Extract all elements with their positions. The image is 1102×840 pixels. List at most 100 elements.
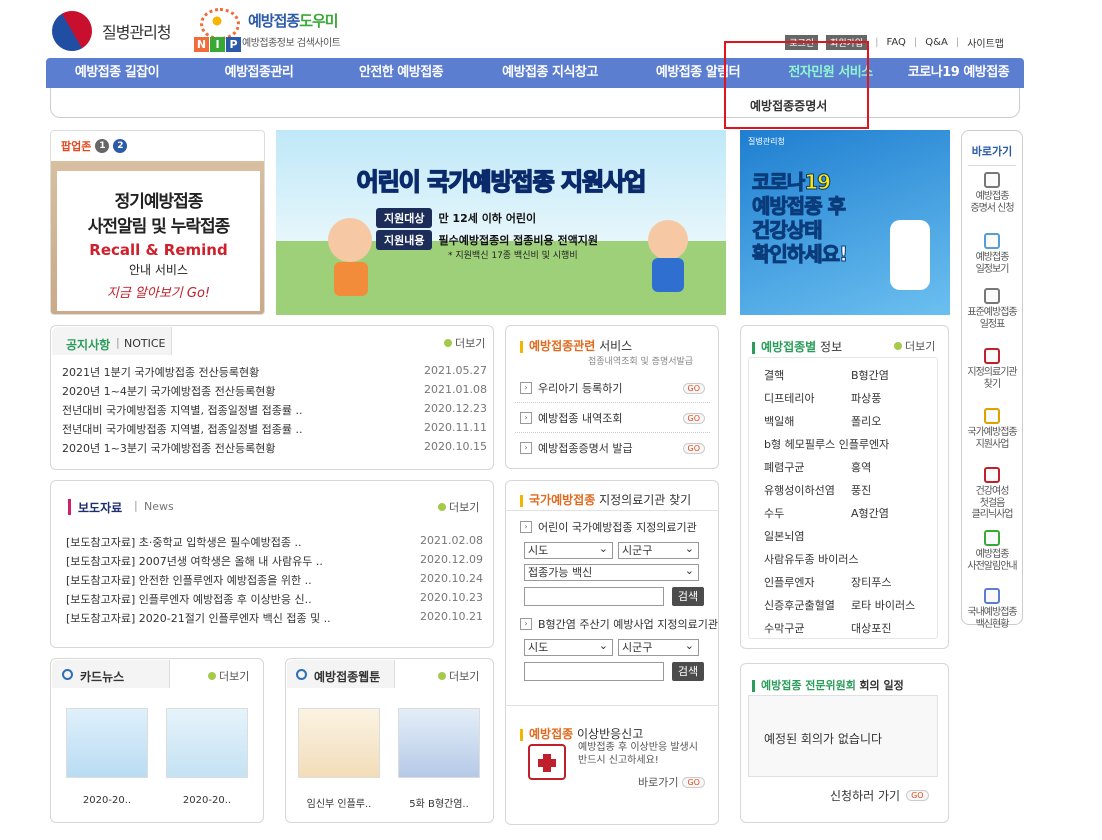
quick-link-item[interactable]: 국가예방접종 지원사업 — [961, 408, 1023, 450]
highlight-box — [724, 41, 869, 129]
service-row[interactable]: › 예방접종 내역조회 GO — [520, 410, 705, 426]
calendar-icon — [984, 233, 1000, 249]
vaccine-item[interactable]: 사람유두종 바이러스 — [758, 551, 859, 567]
quick-link-label: 예방접종 일정보기 — [975, 252, 1010, 275]
notice-tab-label[interactable]: 공지사항 — [66, 336, 110, 353]
vaccine-item[interactable]: 결핵 — [758, 367, 784, 383]
recall-remind-banner[interactable]: 정기예방접종 사전알림 및 누락접종 Recall & Remind 안내 서비… — [51, 161, 264, 314]
child-vaccination-banner[interactable]: 어린이 국가예방접종 지원사업 지원대상 만 12세 이하 어린이 지원내용 필수예… — [276, 130, 726, 315]
popup-page-2[interactable]: 2 — [113, 139, 128, 153]
committee-apply-link[interactable]: 신청하러 가기 GO — [830, 787, 929, 804]
quick-link-label: 건강여성 첫걸음 클리닉사업 — [971, 486, 1014, 520]
webtoon-thumb-2[interactable] — [398, 708, 480, 778]
vaccine-item[interactable]: 디프테리아 — [758, 390, 815, 406]
webtoon-thumb-1[interactable] — [298, 708, 380, 778]
committee-empty-text: 예정된 회의가 없습니다 — [764, 732, 883, 746]
clinic-search-input-1[interactable] — [524, 587, 664, 606]
quick-link-item[interactable]: 예방접종 일정보기 — [961, 233, 1023, 275]
kdca-logo[interactable]: 질병관리청 — [44, 3, 192, 59]
card-news-tab[interactable]: 카드뉴스 — [80, 668, 124, 685]
vaccine-item[interactable]: 대상포진 — [845, 620, 891, 636]
webtoon-tab[interactable]: 예방접종웹툰 — [314, 668, 380, 685]
vaccine-item[interactable]: 수두 — [758, 505, 784, 521]
service-subtitle: 접종내역조회 및 증명서발급 — [588, 357, 694, 367]
press-row-title[interactable]: [보도참고자료] 초·중학교 입학생은 필수예방접종 .. — [66, 534, 301, 550]
vaccine-item[interactable]: 장티푸스 — [845, 574, 891, 590]
nav-item-knowledge[interactable]: 예방접종 지식창고 — [472, 58, 628, 88]
notice-row-title[interactable]: 전년대비 국가예방접종 지역별, 접종일정별 접종률 .. — [62, 421, 303, 437]
press-tab-label[interactable]: 보도자료 — [78, 499, 122, 516]
press-row-title[interactable]: [보도참고자료] 인플루엔자 예방접종 후 이상반응 신.. — [66, 591, 312, 607]
vaccine-item[interactable]: b형 헤모필루스 인플루엔자 — [758, 436, 889, 452]
press-more-link[interactable]: 더보기 — [438, 499, 479, 515]
quick-link-item[interactable]: 표준예방접종 일정표 — [961, 288, 1023, 330]
faq-link[interactable]: FAQ — [887, 37, 906, 48]
vaccine-item[interactable]: 신증후군출혈열 — [758, 597, 835, 613]
vaccine-item[interactable]: 폴리오 — [845, 413, 881, 429]
notice-more-link[interactable]: 더보기 — [444, 335, 485, 351]
quick-link-item[interactable]: 국내예방접종 백신현황 — [961, 588, 1023, 630]
webtoon-caption-2[interactable]: 5화 B형간염.. — [394, 795, 484, 810]
clinic-search-button-2[interactable]: 검색 — [672, 662, 704, 681]
quick-link-label: 예방접종 증명서 신청 — [970, 191, 1014, 214]
vaccine-item[interactable]: 유행성이하선염 — [758, 482, 835, 498]
card-news-thumb-1[interactable] — [66, 708, 148, 778]
popup-page-1[interactable]: 1 — [95, 139, 110, 153]
box-icon — [984, 467, 1000, 483]
vaccine-info-more-link[interactable]: 더보기 — [894, 338, 935, 354]
nip-logo[interactable]: N I P 예방접종도우미 예방접종정보 검색사이트 — [194, 8, 374, 52]
vaccine-item[interactable]: A형간염 — [845, 505, 889, 521]
qna-link[interactable]: Q&A — [925, 37, 948, 48]
notice-row-title[interactable]: 2020년 1~4분기 국가예방접종 전산등록현황 — [62, 383, 276, 399]
vaccine-item[interactable]: 파상풍 — [845, 390, 881, 406]
vaccine-item[interactable]: 수막구균 — [758, 620, 804, 636]
service-row[interactable]: › 예방접종증명서 발급 GO — [520, 440, 705, 456]
card-news-more-link[interactable]: 더보기 — [208, 668, 249, 684]
nav-item-covid19[interactable]: 코로나19 예방접종 — [893, 58, 1024, 88]
sigungu-select-2[interactable]: 시군구 — [618, 638, 699, 656]
sido-select-2[interactable]: 시도 — [524, 638, 613, 656]
nip-sun-icon: N I P — [194, 8, 242, 52]
nip-letter: P — [226, 37, 241, 52]
press-row-title[interactable]: [보도참고자료] 안전한 인플루엔자 예방접종을 위한 .. — [66, 572, 312, 588]
nav-item-management[interactable]: 예방접종관리 — [188, 58, 330, 88]
vaccine-item[interactable]: 인플루엔자 — [758, 574, 815, 590]
clinic-search-button-1[interactable]: 검색 — [672, 587, 704, 606]
card-news-thumb-2[interactable] — [166, 708, 248, 778]
press-row-title[interactable]: [보도참고자료] 2007년생 여학생은 올해 내 사람유두 .. — [66, 553, 323, 569]
service-row[interactable]: › 우리아기 등록하기 GO — [520, 380, 705, 396]
vaccine-item[interactable]: 폐렴구균 — [758, 459, 804, 475]
webtoon-caption-1[interactable]: 임신부 인플루.. — [294, 795, 384, 810]
vaccine-item[interactable]: 로타 바이러스 — [845, 597, 915, 613]
vaccine-item[interactable]: 홍역 — [845, 459, 871, 475]
quick-link-item[interactable]: 예방접종 증명서 신청 — [961, 172, 1023, 214]
press-tab-en: News — [144, 500, 174, 513]
nav-item-safety[interactable]: 안전한 예방접종 — [330, 58, 472, 88]
vaccine-select[interactable]: 접종가능 백신 — [524, 563, 699, 581]
popup-zone[interactable]: 팝업존 1 2 정기예방접종 사전알림 및 누락접종 Recall & Remi… — [50, 130, 265, 315]
sigungu-select-1[interactable]: 시군구 — [618, 541, 699, 559]
vaccine-item[interactable]: 백일해 — [758, 413, 794, 429]
arrow-right-icon: › — [520, 442, 532, 454]
card-news-caption-2[interactable]: 2020-20.. — [162, 795, 252, 806]
adverse-link[interactable]: 바로가기 GO — [638, 774, 705, 790]
vaccine-item[interactable]: 풍진 — [845, 482, 871, 498]
vaccine-item[interactable]: 일본뇌염 — [758, 528, 804, 544]
nav-item-guide[interactable]: 예방접종 길잡이 — [46, 58, 188, 88]
card-news-caption-1[interactable]: 2020-20.. — [62, 795, 152, 806]
notice-row-title[interactable]: 2020년 1~3분기 국가예방접종 전산등록현황 — [62, 440, 276, 456]
clinic-search-input-2[interactable] — [524, 662, 664, 681]
quick-link-label: 예방접종 사전알림안내 — [967, 549, 1017, 572]
notice-row-title[interactable]: 전년대비 국가예방접종 지역별, 접종일정별 접종률 .. — [62, 402, 303, 418]
sido-select-1[interactable]: 시도 — [524, 541, 613, 559]
popup-label: 팝업존 — [61, 140, 92, 153]
quick-link-item[interactable]: 지정의료기관 찾기 — [961, 348, 1023, 390]
webtoon-more-link[interactable]: 더보기 — [438, 668, 479, 684]
press-row-title[interactable]: [보도참고자료] 2020-21절기 인플루엔자 백신 접종 및 .. — [66, 610, 331, 626]
notice-row-title[interactable]: 2021년 1분기 국가예방접종 전산등록현황 — [62, 364, 259, 380]
covid-health-banner[interactable]: 질병관리청 코로나19 예방접종 후 건강상태 확인하세요! — [740, 130, 950, 315]
quick-link-item[interactable]: 건강여성 첫걸음 클리닉사업 — [961, 467, 1023, 521]
sitemap-link[interactable]: 사이트맵 — [967, 35, 1004, 50]
quick-link-item[interactable]: 예방접종 사전알림안내 — [961, 530, 1023, 572]
vaccine-item[interactable]: B형간염 — [845, 367, 889, 383]
